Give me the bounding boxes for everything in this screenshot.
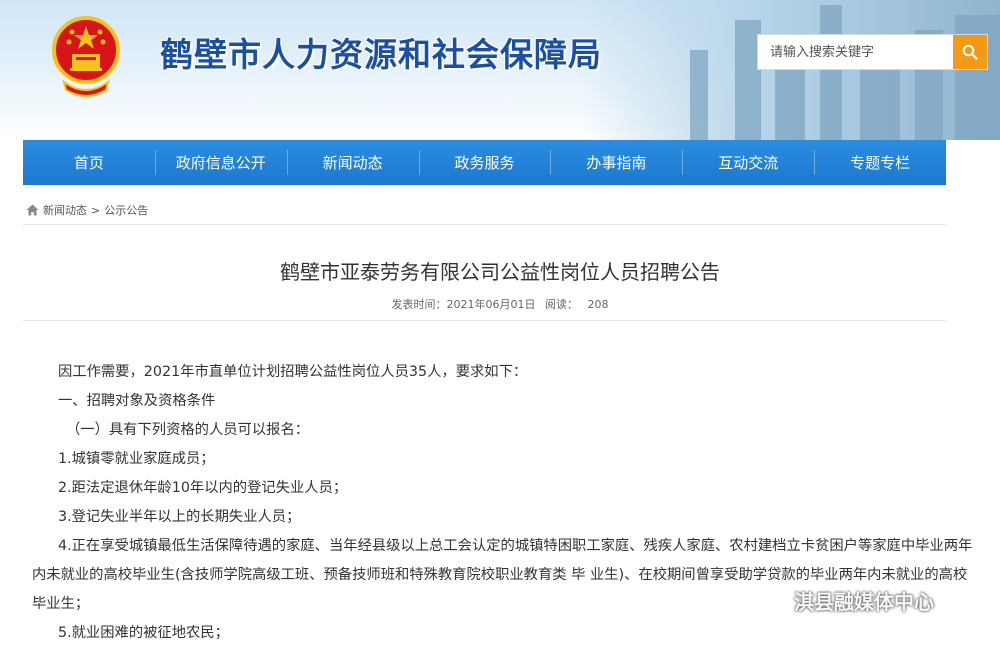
nav-item-government-info[interactable]: 政府信息公开	[154, 140, 287, 185]
skyline-building	[860, 60, 900, 140]
paragraph: 1.城镇零就业家庭成员；	[58, 451, 215, 467]
nav-item-interaction[interactable]: 互动交流	[682, 140, 814, 185]
wechat-icon	[760, 589, 788, 611]
meta-divider	[23, 320, 946, 321]
search-input[interactable]	[758, 35, 953, 69]
paragraph: 因工作需要，2021年市直单位计划招聘公益性岗位人员35人，要求如下：	[58, 364, 528, 380]
search-icon	[962, 44, 978, 60]
search-box	[757, 34, 988, 70]
nav-item-guide[interactable]: 办事指南	[550, 140, 682, 185]
paragraph: 一、招聘对象及资格条件	[58, 393, 216, 409]
national-emblem-icon	[52, 16, 120, 97]
home-icon	[26, 204, 39, 216]
paragraph: 2.距法定退休年龄10年以内的登记失业人员；	[58, 480, 348, 496]
breadcrumb-separator: >	[91, 203, 101, 217]
breadcrumb: 新闻动态 > 公示公告	[26, 202, 148, 218]
views-count: 208	[587, 298, 609, 311]
site-title: 鹤壁市人力资源和社会保障局	[160, 35, 602, 74]
nav-item-home[interactable]: 首页	[23, 140, 155, 185]
nav-item-services[interactable]: 政务服务	[418, 140, 551, 185]
nav-item-news[interactable]: 新闻动态	[286, 140, 419, 185]
watermark-text: 淇县融媒体中心	[794, 590, 934, 614]
search-button[interactable]	[953, 35, 987, 69]
paragraph: 5.就业困难的被征地农民；	[58, 625, 229, 641]
breadcrumb-link-announcements[interactable]: 公示公告	[104, 202, 148, 218]
breadcrumb-divider	[23, 224, 946, 225]
paragraph: 3.登记失业半年以上的长期失业人员；	[58, 509, 301, 525]
main-nav: 首页 政府信息公开 新闻动态 政务服务 办事指南 互动交流 专题专栏	[23, 140, 946, 185]
header-banner: 鹤壁市人力资源和社会保障局	[0, 0, 1000, 140]
article-meta: 发表时间：2021年06月01日 阅读： 208	[0, 296, 1000, 312]
breadcrumb-link-news[interactable]: 新闻动态	[43, 202, 87, 218]
article-title: 鹤壁市亚泰劳务有限公司公益性岗位人员招聘公告	[280, 260, 720, 284]
publish-date: 发表时间：2021年06月01日	[391, 298, 536, 311]
skyline-building	[690, 50, 708, 140]
paragraph: （一）具有下列资格的人员可以报名：	[66, 422, 310, 438]
views-label: 阅读：	[545, 298, 578, 311]
watermark: 淇县融媒体中心	[760, 586, 934, 615]
skyline-building	[820, 5, 842, 140]
nav-item-special-topics[interactable]: 专题专栏	[814, 140, 946, 185]
